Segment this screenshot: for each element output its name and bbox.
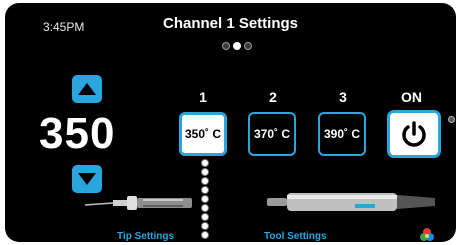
tool-settings-link[interactable]: Tool Settings bbox=[264, 231, 327, 242]
arrow-down-icon bbox=[78, 173, 96, 185]
divider-dot bbox=[201, 177, 209, 185]
power-button[interactable] bbox=[387, 110, 441, 158]
soldering-tip-image[interactable] bbox=[83, 189, 198, 215]
page-dot[interactable] bbox=[222, 42, 230, 50]
side-dot bbox=[448, 116, 455, 123]
page-title: Channel 1 Settings bbox=[162, 15, 299, 32]
preset-2-number: 2 bbox=[269, 89, 277, 105]
page-dot-active[interactable] bbox=[233, 42, 241, 50]
preset-1-button[interactable]: 350˚ C bbox=[179, 112, 227, 156]
divider-dot bbox=[201, 195, 209, 203]
divider-dot bbox=[201, 186, 209, 194]
color-palette-icon[interactable] bbox=[419, 227, 435, 242]
power-state-label: ON bbox=[401, 89, 422, 105]
temp-up-button[interactable] bbox=[72, 75, 102, 103]
power-icon bbox=[402, 121, 426, 147]
section-divider bbox=[201, 159, 209, 239]
divider-dot bbox=[201, 159, 209, 167]
current-temperature: 350 bbox=[39, 109, 116, 158]
divider-dot bbox=[201, 222, 209, 230]
preset-3-number: 3 bbox=[339, 89, 347, 105]
page-indicator[interactable] bbox=[222, 42, 252, 50]
page-dot[interactable] bbox=[244, 42, 252, 50]
side-page-indicator bbox=[448, 116, 456, 123]
device-screen: 3:45PM Channel 1 Settings 350 1 350˚ C 2… bbox=[5, 3, 456, 242]
divider-dot bbox=[201, 168, 209, 176]
arrow-up-icon bbox=[78, 83, 96, 95]
preset-3-button[interactable]: 390˚ C bbox=[318, 112, 366, 156]
tip-settings-link[interactable]: Tip Settings bbox=[117, 231, 174, 242]
soldering-tool-image[interactable] bbox=[265, 189, 440, 215]
preset-2-button[interactable]: 370˚ C bbox=[248, 112, 296, 156]
divider-dot bbox=[201, 231, 209, 239]
preset-1-number: 1 bbox=[199, 89, 207, 105]
divider-dot bbox=[201, 204, 209, 212]
divider-dot bbox=[201, 213, 209, 221]
